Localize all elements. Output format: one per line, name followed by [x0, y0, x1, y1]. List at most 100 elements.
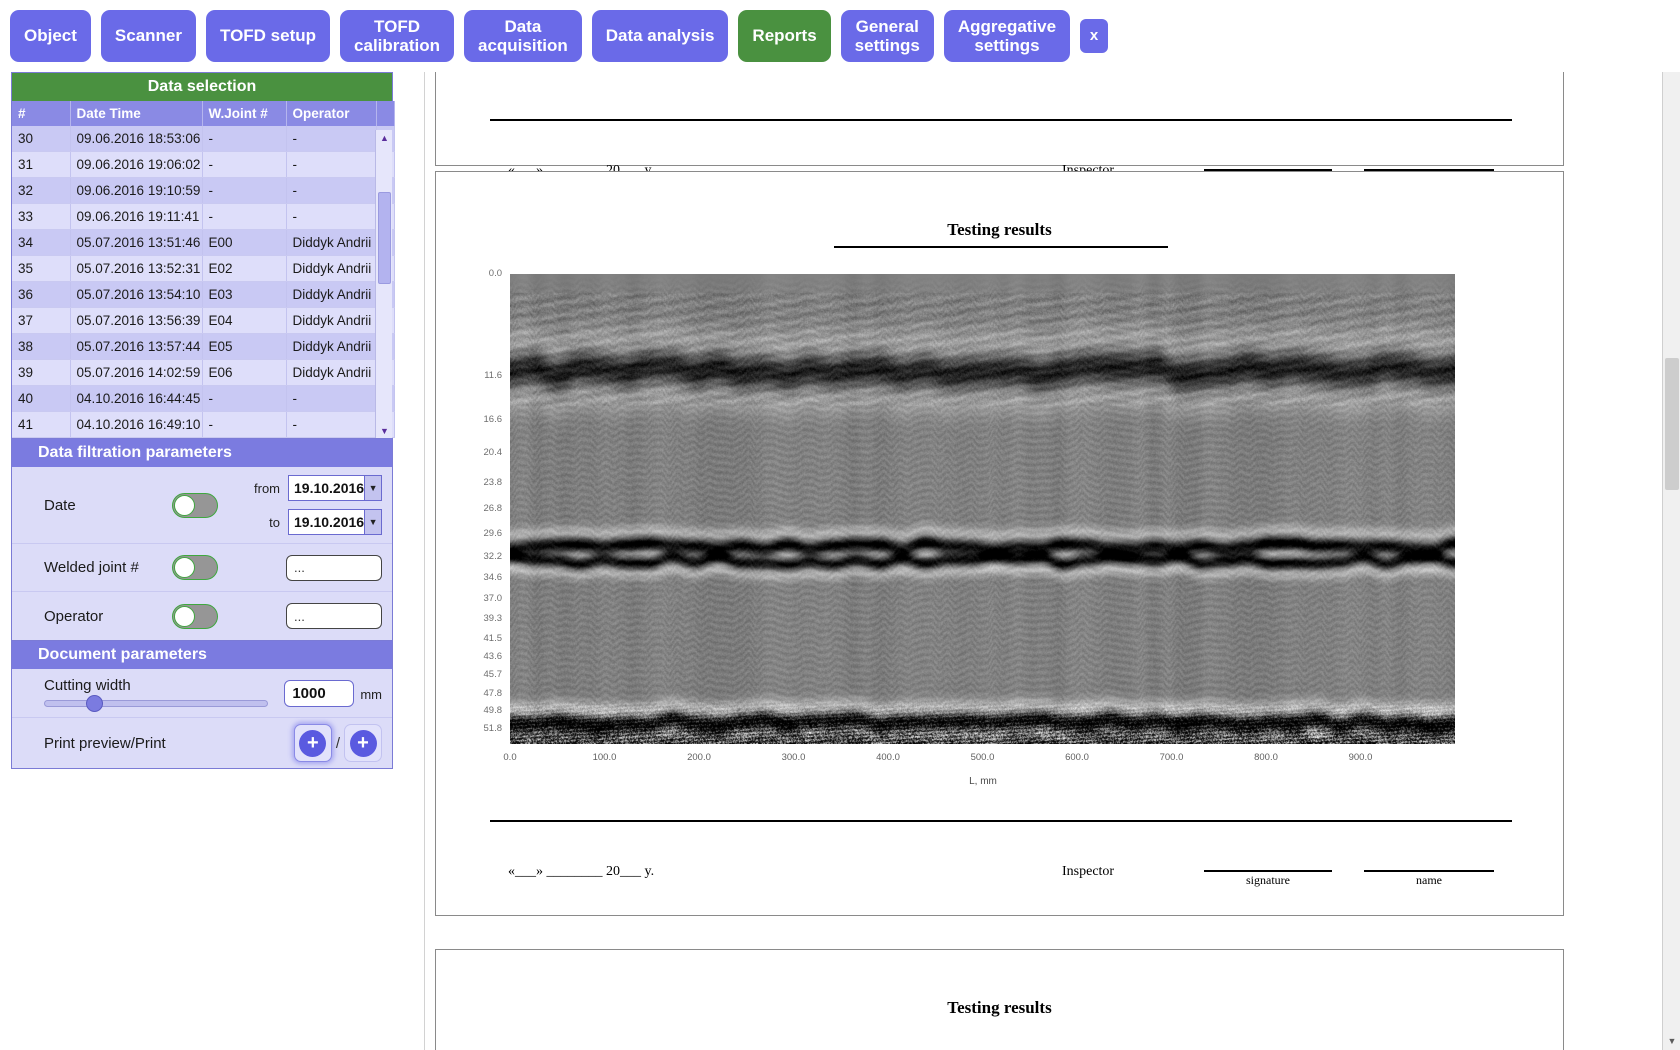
scrollbar-thumb[interactable]: [1665, 358, 1679, 490]
cell-num: 38: [12, 334, 70, 360]
welded-joint-filter-toggle[interactable]: [172, 555, 218, 580]
name-rule: [1364, 870, 1494, 872]
document-parameters-panel: Document parameters Cutting width 1000 m…: [11, 641, 393, 769]
tab-data-acquisition[interactable]: Data acquisition: [464, 10, 582, 62]
data-table-scrollbar[interactable]: ▲ ▼: [375, 130, 392, 438]
date-to-label: to: [250, 515, 280, 530]
cell-operator: -: [286, 412, 376, 438]
date-from-line: from 19.10.2016 ▼: [250, 475, 382, 501]
tab-tofd-setup[interactable]: TOFD setup: [206, 10, 330, 62]
cell-datetime: 09.06.2016 19:10:59: [70, 178, 202, 204]
tab-data-analysis[interactable]: Data analysis: [592, 10, 729, 62]
column-header-operator[interactable]: Operator: [286, 101, 376, 126]
x-axis-tick-label: 300.0: [782, 752, 806, 763]
date-filter-label: Date: [22, 497, 172, 514]
scrollbar-thumb[interactable]: [378, 192, 391, 284]
table-row[interactable]: 3505.07.2016 13:52:31E02Diddyk Andrii: [12, 256, 394, 282]
cell-operator: -: [286, 126, 376, 152]
date-placeholder-line: «___» ________ 20___ y.: [508, 864, 654, 879]
footer-rule: [490, 119, 1512, 121]
table-row[interactable]: 3009.06.2016 18:53:06--: [12, 126, 394, 152]
document-scrollbar[interactable]: ▲ ▼: [1662, 58, 1680, 1050]
date-to-dropdown[interactable]: 19.10.2016 ▼: [288, 509, 382, 535]
chevron-down-icon[interactable]: ▼: [364, 510, 381, 534]
cell-datetime: 05.07.2016 13:57:44: [70, 334, 202, 360]
column-header-datetime[interactable]: Date Time: [70, 101, 202, 126]
x-axis-tick-label: 100.0: [593, 752, 617, 763]
triangle-up-icon[interactable]: ▲: [376, 130, 393, 145]
report-preview-area[interactable]: «___» ________ 20___ y. Inspector signat…: [435, 58, 1662, 1050]
cell-num: 39: [12, 360, 70, 386]
main-toolbar: ObjectScannerTOFD setupTOFD calibrationD…: [0, 0, 1680, 72]
plus-circle-icon: +: [350, 730, 377, 757]
tofd-scan-figure: 0.011.616.620.423.826.829.632.234.637.03…: [436, 264, 1565, 784]
table-row[interactable]: 3209.06.2016 19:10:59--: [12, 178, 394, 204]
close-icon[interactable]: x: [1080, 19, 1108, 53]
table-row[interactable]: 3905.07.2016 14:02:59E06Diddyk Andrii: [12, 360, 394, 386]
print-preview-button[interactable]: +: [294, 724, 332, 762]
table-row[interactable]: 3405.07.2016 13:51:46E00Diddyk Andrii: [12, 230, 394, 256]
y-axis-tick-label: 37.0: [436, 593, 502, 604]
tab-scanner[interactable]: Scanner: [101, 10, 196, 62]
cell-operator: Diddyk Andrii: [286, 308, 376, 334]
triangle-down-icon[interactable]: ▼: [1663, 1032, 1680, 1050]
table-row[interactable]: 4104.10.2016 16:49:10--: [12, 412, 394, 438]
tab-general-settings[interactable]: General settings: [841, 10, 934, 62]
tab-object[interactable]: Object: [10, 10, 91, 62]
table-row[interactable]: 3605.07.2016 13:54:10E03Diddyk Andrii: [12, 282, 394, 308]
print-row: Print preview/Print + / +: [12, 718, 392, 768]
cell-num: 35: [12, 256, 70, 282]
operator-input[interactable]: ...: [286, 603, 382, 629]
report-page-current: Testing results 0.011.616.620.423.826.82…: [435, 171, 1564, 916]
cell-joint: E02: [202, 256, 286, 282]
tab-aggregative-settings[interactable]: Aggregative settings: [944, 10, 1070, 62]
y-axis-tick-label: 45.7: [436, 669, 502, 680]
column-header-num[interactable]: #: [12, 101, 70, 126]
filter-row-welded-joint: Welded joint # ...: [12, 544, 392, 592]
cell-operator: -: [286, 152, 376, 178]
cell-joint: -: [202, 386, 286, 412]
signature-caption: signature: [1204, 873, 1332, 888]
report-page-previous: «___» ________ 20___ y. Inspector signat…: [435, 58, 1564, 166]
y-axis-tick-label: 26.8: [436, 503, 502, 514]
welded-joint-input[interactable]: ...: [286, 555, 382, 581]
name-caption: name: [1364, 873, 1494, 888]
y-axis-tick-label: 49.8: [436, 705, 502, 716]
table-header-row: # Date Time W.Joint # Operator: [12, 101, 394, 126]
date-range-group: from 19.10.2016 ▼ to 19.10.2016 ▼: [250, 475, 382, 535]
table-row[interactable]: 3705.07.2016 13:56:39E04Diddyk Andrii: [12, 308, 394, 334]
cell-datetime: 05.07.2016 13:52:31: [70, 256, 202, 282]
date-from-dropdown[interactable]: 19.10.2016 ▼: [288, 475, 382, 501]
data-selection-table: # Date Time W.Joint # Operator 3009.06.2…: [12, 101, 395, 438]
table-row[interactable]: 3109.06.2016 19:06:02--: [12, 152, 394, 178]
title-underline: [834, 246, 1168, 248]
cell-operator: -: [286, 204, 376, 230]
table-row[interactable]: 4004.10.2016 16:44:45--: [12, 386, 394, 412]
cell-num: 33: [12, 204, 70, 230]
y-axis-tick-label: 16.6: [436, 414, 502, 425]
y-axis-tick-label: 11.6: [436, 370, 502, 381]
tab-reports[interactable]: Reports: [738, 10, 830, 62]
print-preview-label: Print preview/Print: [22, 735, 166, 752]
slider-thumb[interactable]: [86, 695, 103, 712]
chevron-down-icon[interactable]: ▼: [364, 476, 381, 500]
column-header-wjoint[interactable]: W.Joint #: [202, 101, 286, 126]
tab-tofd-calibration[interactable]: TOFD calibration: [340, 10, 454, 62]
cell-datetime: 09.06.2016 19:11:41: [70, 204, 202, 230]
y-axis-tick-label: 41.5: [436, 633, 502, 644]
triangle-down-icon[interactable]: ▼: [376, 423, 393, 438]
cell-joint: -: [202, 204, 286, 230]
cutting-width-input[interactable]: 1000: [284, 680, 354, 707]
cutting-width-slider[interactable]: [44, 700, 268, 707]
print-button[interactable]: +: [344, 724, 382, 762]
date-from-label: from: [250, 481, 280, 496]
cell-datetime: 05.07.2016 13:54:10: [70, 282, 202, 308]
table-row[interactable]: 3805.07.2016 13:57:44E05Diddyk Andrii: [12, 334, 394, 360]
operator-filter-toggle[interactable]: [172, 604, 218, 629]
date-filter-toggle[interactable]: [172, 493, 218, 518]
column-header-spacer: [376, 101, 394, 126]
table-row[interactable]: 3309.06.2016 19:11:41--: [12, 204, 394, 230]
toggle-knob: [174, 557, 195, 578]
tofd-bscan-image: [510, 274, 1455, 744]
data-selection-table-wrap: # Date Time W.Joint # Operator 3009.06.2…: [12, 101, 392, 438]
